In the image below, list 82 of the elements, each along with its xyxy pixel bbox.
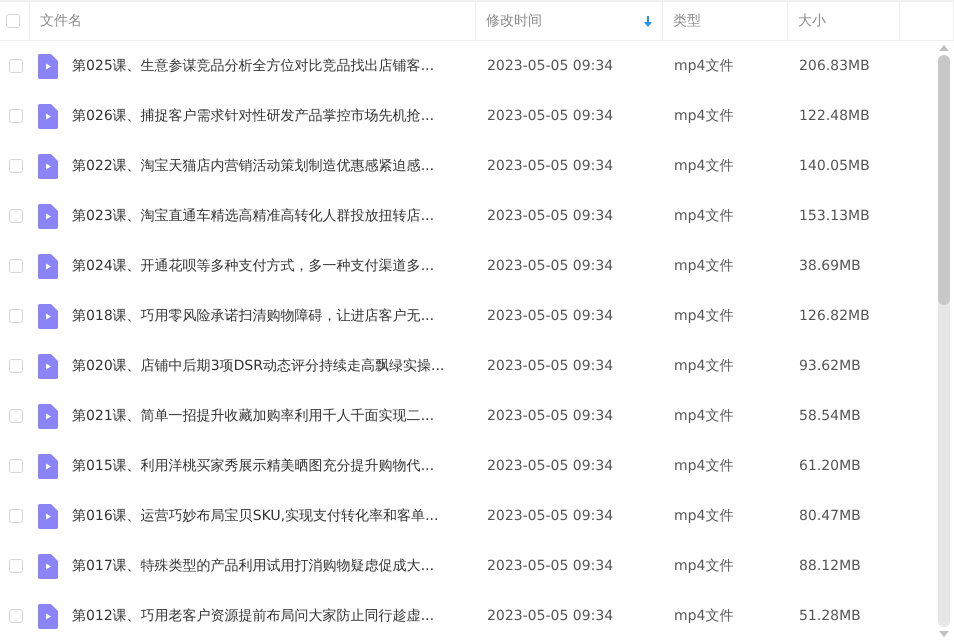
file-type: mp4文件 (674, 457, 734, 475)
column-label: 大小 (798, 12, 827, 30)
file-name[interactable]: 第016课、运营巧妙布局宝贝SKU,实现支付转化率和客单... (72, 507, 438, 525)
file-name[interactable]: 第025课、生意参谋竞品分析全方位对比竞品找出店铺客... (72, 57, 434, 75)
modified-time: 2023-05-05 09:34 (487, 58, 614, 74)
video-file-icon (38, 304, 58, 328)
file-name[interactable]: 第024课、开通花呗等多种支付方式，多一种支付渠道多... (72, 257, 434, 275)
file-type: mp4文件 (674, 407, 734, 425)
row-checkbox[interactable] (9, 559, 23, 573)
row-checkbox[interactable] (9, 459, 23, 473)
video-file-icon (38, 504, 58, 528)
row-checkbox[interactable] (9, 509, 23, 523)
file-name[interactable]: 第018课、巧用零风险承诺扫清购物障碍，让进店客户无... (72, 307, 434, 325)
file-name[interactable]: 第022课、淘宝天猫店内营销活动策划制造优惠感紧迫感... (72, 157, 434, 175)
file-type: mp4文件 (674, 57, 734, 75)
file-name[interactable]: 第021课、简单一招提升收藏加购率利用千人千面实现二... (72, 407, 434, 425)
modified-time: 2023-05-05 09:34 (487, 308, 614, 324)
video-file-icon (38, 154, 58, 178)
file-size: 38.69MB (799, 258, 861, 274)
file-type: mp4文件 (674, 307, 734, 325)
row-checkbox[interactable] (9, 309, 23, 323)
file-name[interactable]: 第020课、店铺中后期3项DSR动态评分持续走高飘绿实操... (72, 357, 444, 375)
select-all-checkbox[interactable] (6, 14, 20, 28)
modified-time: 2023-05-05 09:34 (487, 358, 614, 374)
video-file-icon (38, 604, 58, 628)
scroll-up-icon[interactable] (939, 45, 949, 51)
video-file-icon (38, 454, 58, 478)
file-type: mp4文件 (674, 157, 734, 175)
file-type: mp4文件 (674, 557, 734, 575)
file-type: mp4文件 (674, 607, 734, 625)
column-label: 类型 (673, 12, 702, 30)
file-size: 140.05MB (799, 158, 870, 174)
file-type: mp4文件 (674, 207, 734, 225)
file-size: 51.28MB (799, 608, 861, 624)
modified-time: 2023-05-05 09:34 (487, 408, 614, 424)
scroll-down-icon[interactable] (939, 631, 949, 637)
file-name[interactable]: 第017课、特殊类型的产品利用试用打消购物疑虑促成大... (72, 557, 434, 575)
file-name[interactable]: 第015课、利用洋桃买家秀展示精美晒图充分提升购物代... (72, 457, 434, 475)
row-checkbox[interactable] (9, 209, 23, 223)
video-file-icon (38, 104, 58, 128)
row-checkbox[interactable] (9, 109, 23, 123)
file-name[interactable]: 第023课、淘宝直通车精选高精准高转化人群投放扭转店... (72, 207, 434, 225)
modified-time: 2023-05-05 09:34 (487, 208, 614, 224)
video-file-icon (38, 254, 58, 278)
modified-time: 2023-05-05 09:34 (487, 558, 614, 574)
file-size: 122.48MB (799, 108, 870, 124)
file-size: 93.62MB (799, 358, 861, 374)
file-type: mp4文件 (674, 357, 734, 375)
column-label: 修改时间 (486, 12, 543, 30)
row-checkbox[interactable] (9, 59, 23, 73)
video-file-icon (38, 54, 58, 78)
row-checkbox[interactable] (9, 409, 23, 423)
file-size: 153.13MB (799, 208, 870, 224)
file-size: 80.47MB (799, 508, 861, 524)
modified-time: 2023-05-05 09:34 (487, 508, 614, 524)
sort-down-icon[interactable] (644, 16, 652, 26)
video-file-icon (38, 204, 58, 228)
scrollbar-track[interactable] (938, 55, 950, 627)
modified-time: 2023-05-05 09:34 (487, 458, 614, 474)
modified-time: 2023-05-05 09:34 (487, 108, 614, 124)
file-name[interactable]: 第012课、巧用老客户资源提前布局问大家防止同行趁虚... (72, 607, 434, 625)
column-label: 文件名 (40, 12, 83, 30)
file-size: 206.83MB (799, 58, 870, 74)
modified-time: 2023-05-05 09:34 (487, 158, 614, 174)
video-file-icon (38, 354, 58, 378)
video-file-icon (38, 404, 58, 428)
row-checkbox[interactable] (9, 609, 23, 623)
modified-time: 2023-05-05 09:34 (487, 608, 614, 624)
scrollbar-thumb[interactable] (938, 55, 950, 305)
video-file-icon (38, 554, 58, 578)
file-type: mp4文件 (674, 107, 734, 125)
file-size: 126.82MB (799, 308, 870, 324)
file-type: mp4文件 (674, 507, 734, 525)
modified-time: 2023-05-05 09:34 (487, 258, 614, 274)
file-name[interactable]: 第026课、捕捉客户需求针对性研发产品掌控市场先机抢... (72, 107, 434, 125)
file-size: 61.20MB (799, 458, 861, 474)
file-type: mp4文件 (674, 257, 734, 275)
file-size: 58.54MB (799, 408, 861, 424)
file-size: 88.12MB (799, 558, 861, 574)
row-checkbox[interactable] (9, 359, 23, 373)
row-checkbox[interactable] (9, 259, 23, 273)
row-checkbox[interactable] (9, 159, 23, 173)
